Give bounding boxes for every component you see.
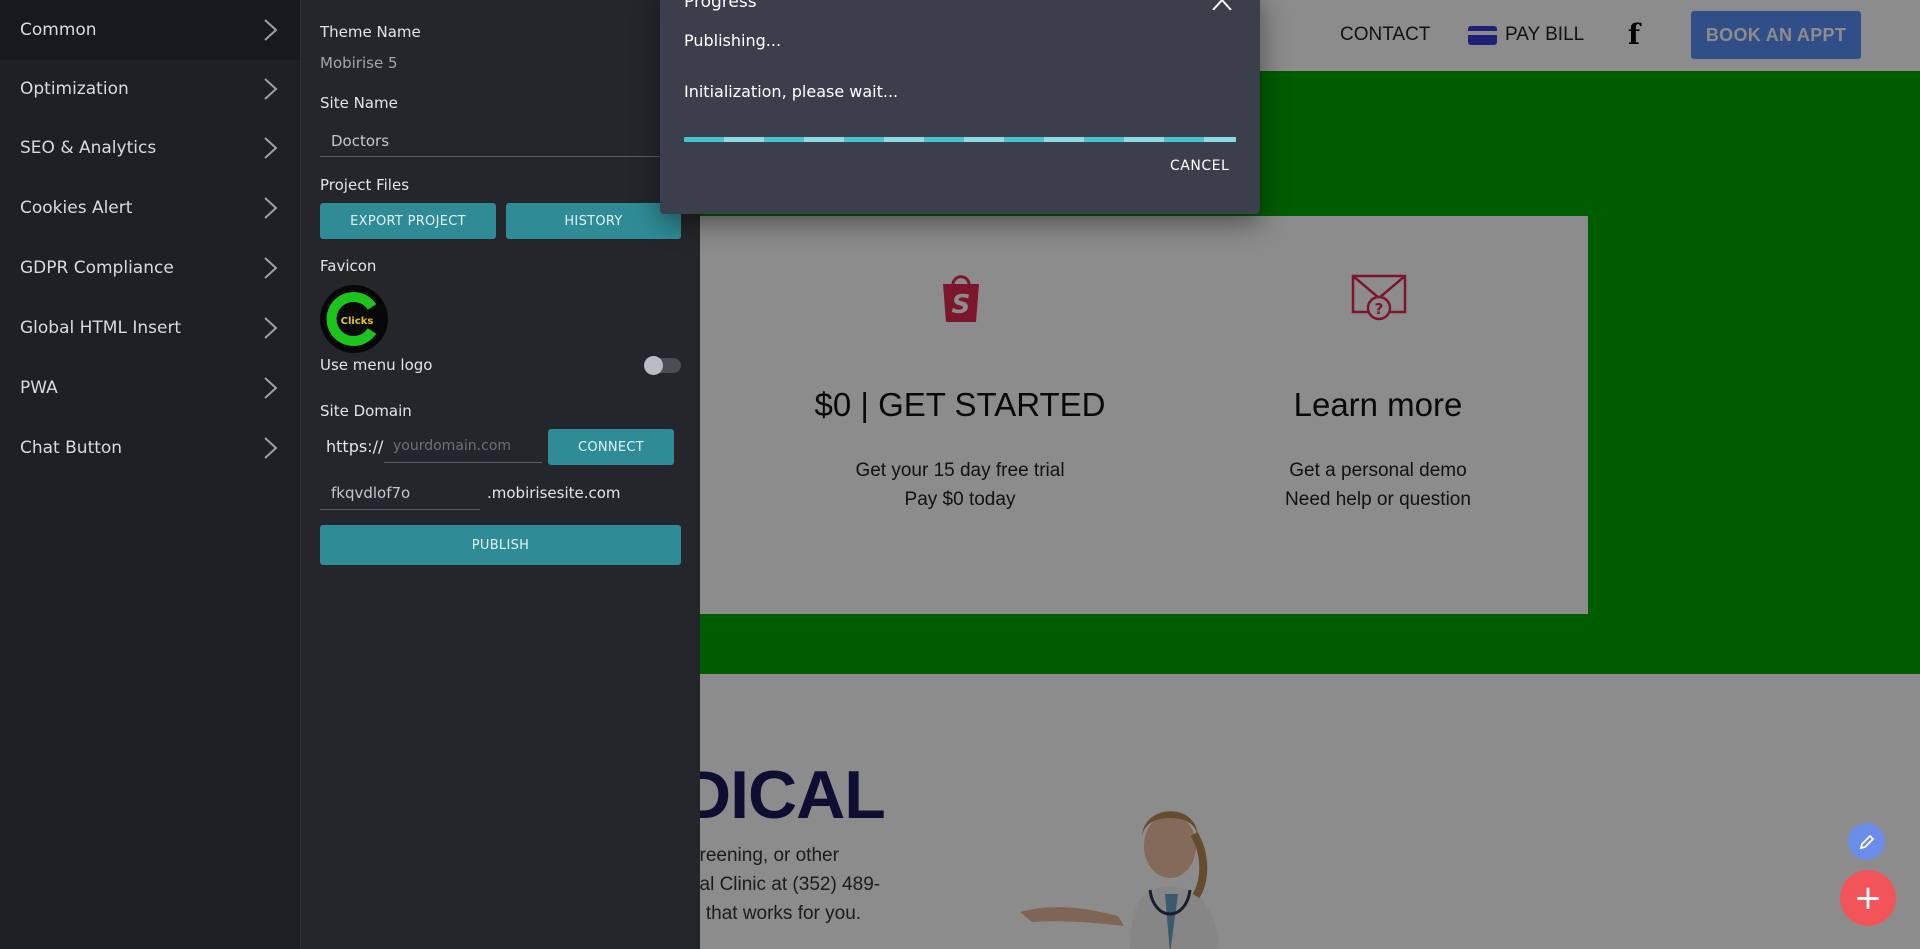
dialog-title: Progress [684,0,757,12]
card-text-line: Get your 15 day free trial [855,460,1065,481]
menu-item-label: Cookies Alert [20,198,133,218]
chevron-right-icon [264,78,278,100]
menu-item-cookies-alert[interactable]: Cookies Alert [0,178,300,238]
card-learn-more[interactable]: ? Learn more Get a personal demo Need he… [1168,216,1588,614]
custom-domain-input[interactable]: yourdomain.com [384,430,542,463]
section-text-line: cal Clinic at (352) 489- [690,874,881,895]
use-menu-logo-label: Use menu logo [320,356,433,374]
card-title: Learn more [1293,386,1463,423]
mail-question-icon: ? [1351,274,1407,321]
credit-card-icon [1468,25,1497,45]
cancel-button[interactable]: CANCEL [1170,158,1229,174]
chevron-right-icon [264,377,278,399]
theme-name-value: Mobirise 5 [320,54,398,72]
add-block-button[interactable]: + [1840,870,1896,926]
facebook-icon[interactable]: f [1628,18,1640,51]
pencil-icon [1859,834,1874,849]
edit-fab-button[interactable] [1848,823,1885,860]
menu-item-optimization[interactable]: Optimization [0,59,300,119]
favicon-label: Favicon [320,257,377,275]
subdomain-field[interactable]: fkqvdlof7o [320,477,480,510]
card-text-line: Need help or question [1285,489,1471,510]
nav-contact-link[interactable]: CONTACT [1340,24,1430,46]
menu-item-pwa[interactable]: PWA [0,358,300,418]
menu-item-common[interactable]: Common [0,0,300,60]
menu-item-label: Global HTML Insert [20,318,182,338]
progress-bar-fill [684,137,1236,142]
subdomain-suffix: .mobirisesite.com [487,484,621,502]
site-domain-label: Site Domain [320,402,412,420]
dialog-detail: Initialization, please wait... [684,82,899,101]
menu-item-label: GDPR Compliance [20,258,174,278]
pay-bill-label: PAY BILL [1505,24,1585,45]
svg-text:S: S [952,290,971,320]
menu-item-seo-analytics[interactable]: SEO & Analytics [0,118,300,178]
nav-pay-bill-link[interactable]: PAY BILL [1468,24,1584,46]
connect-domain-button[interactable]: CONNECT [548,429,674,465]
clicks-logo: Clicks [326,292,377,346]
chevron-right-icon [264,137,278,159]
card-get-started[interactable]: S $0 | GET STARTED Get your 15 day free … [750,216,1170,614]
settings-menu: Common Optimization SEO & Analytics Cook… [0,0,300,949]
section-text-line: creening, or other [690,845,839,866]
chevron-right-icon [264,257,278,279]
card-text-line: Pay $0 today [904,489,1016,510]
card-text-line: Get a personal demo [1289,460,1467,481]
menu-item-chat-button[interactable]: Chat Button [0,418,300,478]
menu-item-global-html-insert[interactable]: Global HTML Insert [0,298,300,358]
chevron-right-icon [264,197,278,219]
section-heading: DICAL [682,757,886,833]
menu-item-label: PWA [20,378,58,398]
https-prefix: https:// [326,437,384,456]
site-name-field[interactable]: Doctors [320,126,690,157]
project-files-label: Project Files [320,176,410,194]
doctor-illustration [1020,811,1220,949]
menu-item-gdpr-compliance[interactable]: GDPR Compliance [0,238,300,298]
pricing-cards: S $0 | GET STARTED Get your 15 day free … [700,216,1588,614]
use-menu-logo-toggle[interactable] [644,356,681,375]
dialog-status: Publishing... [684,31,782,50]
export-project-button[interactable]: EXPORT PROJECT [320,203,496,239]
favicon-image[interactable]: Clicks [320,285,388,353]
shopify-bag-icon: S [943,275,979,322]
chevron-right-icon [264,317,278,339]
menu-item-label: Common [20,20,97,40]
chevron-right-icon [264,437,278,459]
progress-dialog: Progress Publishing... Initialization, p… [660,0,1260,214]
progress-bar [684,137,1236,142]
card-title: $0 | GET STARTED [814,386,1106,423]
menu-item-label: SEO & Analytics [20,138,157,158]
toggle-knob [644,356,663,375]
chevron-right-icon [264,19,278,41]
section-text-line: e that works for you. [690,903,862,924]
history-button[interactable]: HISTORY [506,203,681,239]
close-icon[interactable] [1211,0,1233,10]
menu-item-label: Chat Button [20,438,123,458]
book-appointment-button[interactable]: BOOK AN APPT [1691,11,1861,59]
menu-item-label: Optimization [20,79,129,99]
publish-button[interactable]: PUBLISH [320,525,681,565]
site-name-label: Site Name [320,94,398,112]
svg-text:?: ? [1375,300,1384,318]
plus-icon: + [1853,878,1883,918]
theme-name-label: Theme Name [320,23,421,41]
favicon-text: Clicks [341,316,374,327]
common-settings-panel: Theme Name Mobirise 5 Site Name Doctors … [300,0,700,949]
